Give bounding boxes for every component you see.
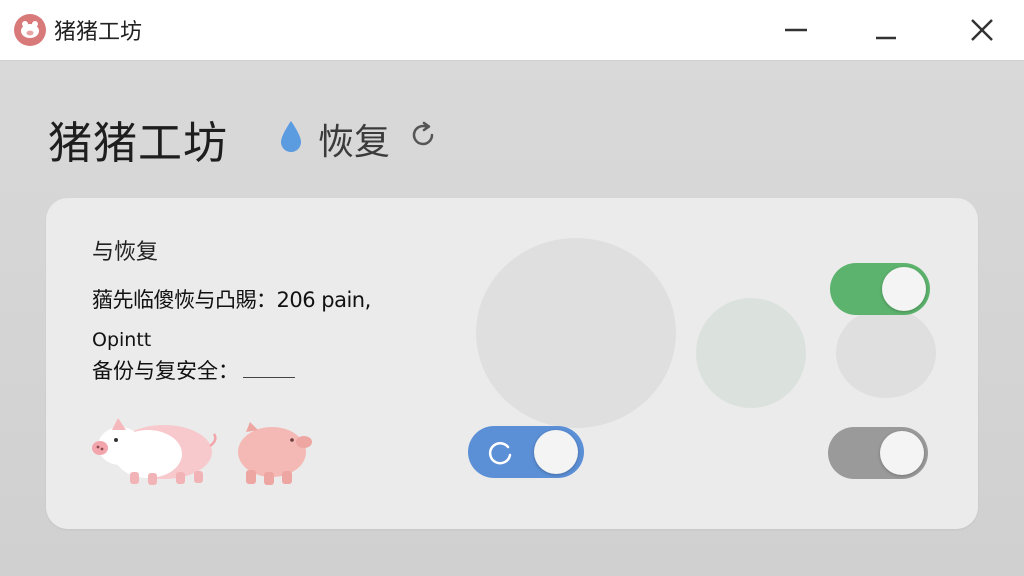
backup-info-text: 蕕先临傻恢与凸賜：206 pain, xyxy=(92,288,371,312)
app-pig-icon xyxy=(14,14,46,46)
restore-status-label: 恢复 xyxy=(318,122,391,163)
minimize-icon xyxy=(876,36,896,40)
water-drop-icon xyxy=(281,121,301,152)
restore-toggle[interactable] xyxy=(468,426,584,478)
refresh-icon[interactable] xyxy=(408,120,438,150)
section-title: 与恢复 xyxy=(92,240,159,265)
background-pig-decoration xyxy=(476,238,676,428)
background-decoration xyxy=(696,298,806,408)
minimize-icon xyxy=(785,28,807,32)
backup-security-row: 备份与复安全： xyxy=(92,355,295,385)
close-icon xyxy=(971,19,993,41)
pig-icon xyxy=(238,422,312,485)
toggle-knob xyxy=(534,430,578,474)
minimize-button[interactable] xyxy=(778,12,814,48)
backup-toggle[interactable] xyxy=(830,263,930,315)
title-bar: 猪猪工坊 xyxy=(0,0,1024,61)
loading-spinner-icon xyxy=(488,442,512,465)
close-button[interactable] xyxy=(964,12,1000,48)
backup-security-input[interactable] xyxy=(243,363,295,378)
background-decoration xyxy=(836,308,936,398)
backup-restore-card: 与恢复 蕕先临傻恢与凸賜：206 pain, Opintt 备份与复安全： xyxy=(46,198,978,529)
toggle-knob xyxy=(880,431,924,475)
toggle-knob xyxy=(882,267,926,311)
page-title: 猪猪工坊 xyxy=(48,118,228,169)
minimize-button-2[interactable] xyxy=(868,12,904,48)
window-title: 猪猪工坊 xyxy=(54,20,143,45)
option-label: Opintt xyxy=(92,329,152,351)
security-toggle[interactable] xyxy=(828,427,928,479)
backup-security-label: 备份与复安全： xyxy=(92,359,239,383)
pig-icon xyxy=(92,418,217,485)
